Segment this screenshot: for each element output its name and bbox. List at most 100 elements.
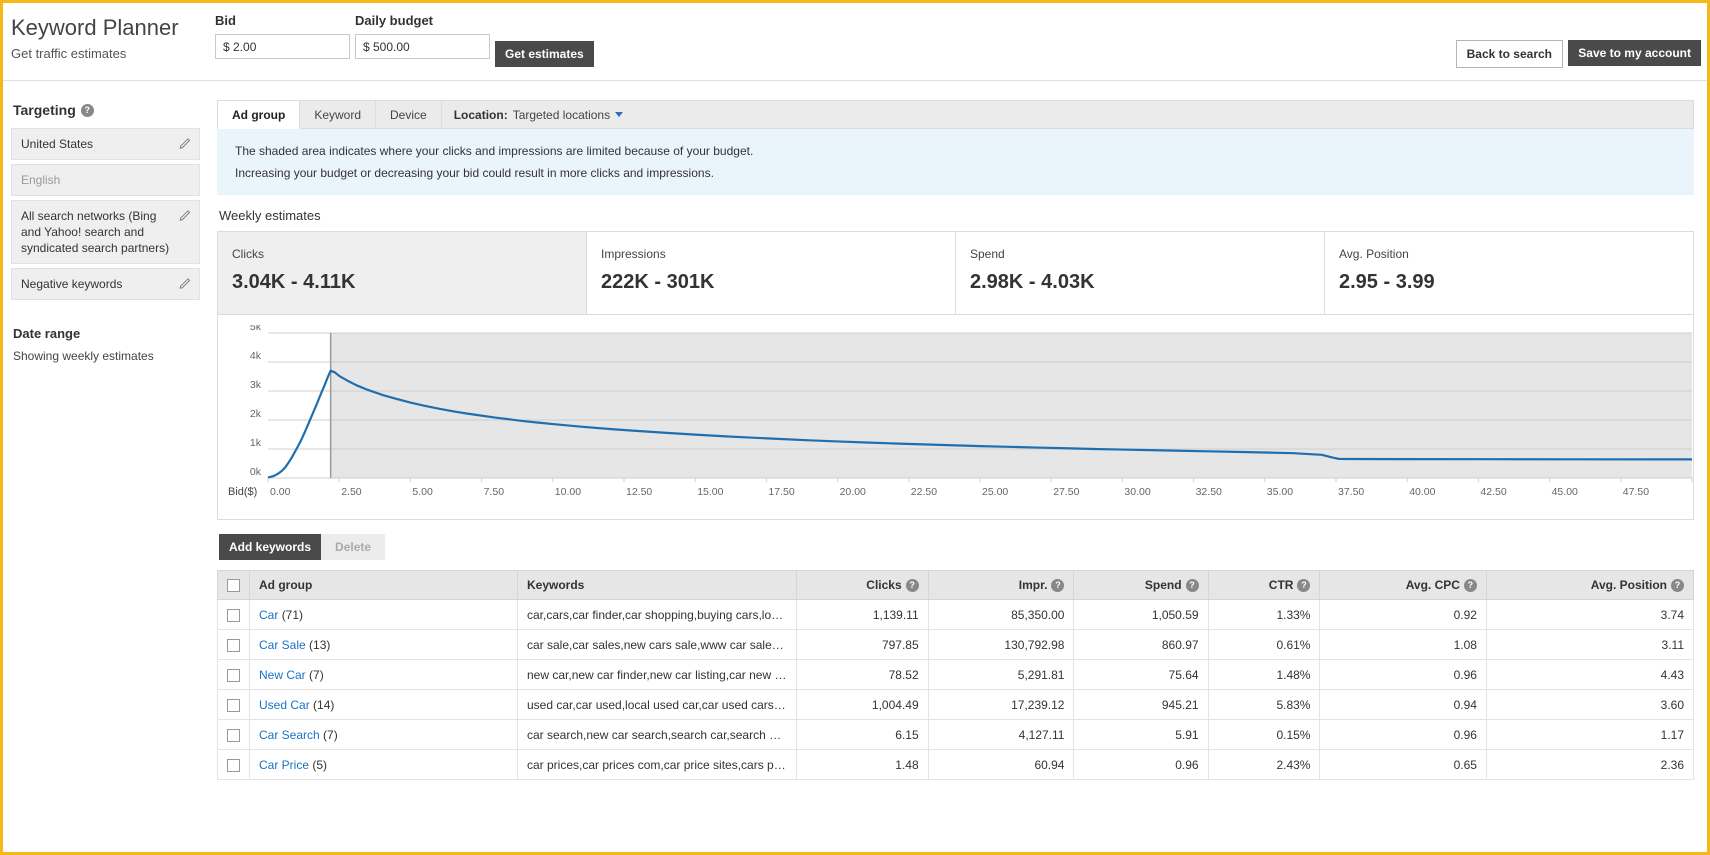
estimate-cards: Clicks 3.04K - 4.11K Impressions 222K - … bbox=[217, 231, 1694, 315]
x-tick-label: 10.00 bbox=[555, 486, 581, 498]
targeting-title: Targeting bbox=[13, 102, 76, 118]
ad-group-link[interactable]: Car Search bbox=[259, 728, 320, 742]
sidebar-item-label: United States bbox=[21, 137, 94, 151]
ad-group-link[interactable]: Car Sale bbox=[259, 638, 306, 652]
tab-device[interactable]: Device bbox=[376, 101, 442, 128]
chart-svg: 0k 1k 2k 3k 4k 5k 0.00 2.50 5.00 7.50 10.00 12.50 15… bbox=[228, 321, 1710, 498]
row-checkbox[interactable] bbox=[227, 758, 240, 772]
main-content: Ad group Keyword Device Location: Target… bbox=[210, 82, 1710, 852]
row-checkbox[interactable] bbox=[227, 668, 240, 682]
keywords-cell: car search,new car search,search car,sea… bbox=[527, 727, 787, 742]
y-tick-label: 3k bbox=[250, 379, 262, 391]
col-keywords[interactable]: Keywords bbox=[517, 569, 797, 601]
x-tick-label: 15.00 bbox=[697, 486, 723, 498]
keywords-cell: new car,new car finder,new car listing,c… bbox=[527, 667, 787, 682]
x-tick-label: 47.50 bbox=[1623, 486, 1649, 498]
col-ad-group[interactable]: Ad group bbox=[249, 569, 518, 601]
help-icon[interactable]: ? bbox=[1463, 578, 1477, 592]
ad-group-link[interactable]: Car Price bbox=[259, 758, 309, 772]
row-checkbox[interactable] bbox=[227, 638, 240, 652]
tab-ad-group[interactable]: Ad group bbox=[218, 101, 301, 129]
col-spend[interactable]: Spend? bbox=[1073, 569, 1209, 601]
bid-input[interactable]: $ 2.00 bbox=[215, 34, 350, 59]
sidebar-item-networks[interactable]: All search networks (Bing and Yahoo! sea… bbox=[11, 200, 200, 264]
avg-position-cell: 2.36 bbox=[1485, 749, 1695, 781]
table-row[interactable]: Car Search (7) car search,new car search,… bbox=[217, 719, 1695, 751]
y-tick-label: 1k bbox=[250, 437, 262, 449]
location-selector[interactable]: Location: Targeted locations bbox=[442, 101, 635, 128]
table-row[interactable]: New Car (7) new car,new car finder,new ca… bbox=[217, 659, 1695, 691]
avg-position-cell: 3.11 bbox=[1485, 629, 1695, 661]
save-to-my-account-button[interactable]: Save to my account bbox=[1568, 40, 1701, 66]
ad-group-link[interactable]: New Car bbox=[259, 668, 306, 682]
select-all-checkbox[interactable] bbox=[227, 579, 240, 593]
avg-position-cell: 3.60 bbox=[1485, 689, 1695, 721]
ad-group-link[interactable]: Car bbox=[259, 608, 278, 622]
ad-group-count: (71) bbox=[281, 607, 304, 622]
row-checkbox[interactable] bbox=[227, 698, 240, 712]
tab-bar: Ad group Keyword Device Location: Target… bbox=[217, 100, 1694, 129]
help-icon[interactable]: ? bbox=[1671, 578, 1684, 592]
table-row[interactable]: Car (71) car,cars,car finder,car shopping… bbox=[217, 599, 1695, 631]
notice-line-1: The shaded area indicates where your cli… bbox=[235, 144, 754, 158]
col-clicks[interactable]: Clicks? bbox=[796, 569, 929, 601]
avg-position-cell: 3.74 bbox=[1485, 599, 1695, 631]
table-row[interactable]: Used Car (14) used car,car used,local use… bbox=[217, 689, 1695, 721]
ctr-cell: 1.48% bbox=[1207, 659, 1321, 691]
impr-cell: 60.94 bbox=[927, 749, 1075, 781]
notice-line-2: Increasing your budget or decreasing you… bbox=[235, 166, 714, 180]
col-avg-position[interactable]: Avg. Position? bbox=[1485, 569, 1695, 601]
chevron-down-icon[interactable] bbox=[615, 112, 624, 117]
estimate-card-value: 3.04K - 4.11K bbox=[232, 271, 356, 293]
daily-budget-input[interactable]: $ 500.00 bbox=[355, 34, 490, 59]
select-all-header[interactable] bbox=[217, 569, 250, 601]
pencil-icon[interactable] bbox=[179, 276, 192, 289]
help-icon[interactable]: ? bbox=[905, 578, 919, 592]
get-estimates-button[interactable]: Get estimates bbox=[495, 41, 594, 67]
pencil-icon[interactable] bbox=[179, 208, 192, 221]
tab-keyword[interactable]: Keyword bbox=[300, 101, 377, 128]
location-label: Location: bbox=[453, 107, 508, 122]
table-toolbar: Add keywords Delete bbox=[219, 534, 1694, 560]
add-keywords-button[interactable]: Add keywords bbox=[219, 534, 322, 560]
estimate-card-spend: Spend 2.98K - 4.03K bbox=[956, 232, 1325, 314]
table-row[interactable]: Car Sale (13) car sale,car sales,new cars… bbox=[217, 629, 1695, 661]
ctr-cell: 5.83% bbox=[1207, 689, 1321, 721]
impr-cell: 85,350.00 bbox=[927, 599, 1075, 631]
x-tick-label: 35.00 bbox=[1267, 486, 1293, 498]
x-tick-label: 5.00 bbox=[412, 486, 433, 498]
clicks-cell: 1,139.11 bbox=[796, 599, 929, 631]
row-checkbox[interactable] bbox=[227, 608, 240, 622]
bid-simulation-chart: 0k 1k 2k 3k 4k 5k 0.00 2.50 5.00 7.50 10.00 12.50 15… bbox=[217, 315, 1710, 520]
impr-cell: 130,792.98 bbox=[927, 629, 1075, 661]
help-icon[interactable]: ? bbox=[1297, 578, 1311, 592]
help-icon[interactable]: ? bbox=[1051, 578, 1065, 592]
x-axis-label: Bid($) bbox=[228, 486, 257, 498]
col-ctr[interactable]: CTR? bbox=[1207, 569, 1321, 601]
avg-cpc-cell: 0.94 bbox=[1319, 689, 1487, 721]
sidebar-item-language[interactable]: English bbox=[11, 164, 200, 196]
ad-group-link[interactable]: Used Car bbox=[259, 698, 310, 712]
sidebar-item-location[interactable]: United States bbox=[11, 128, 200, 160]
estimate-card-value: 222K - 301K bbox=[601, 271, 715, 293]
pencil-icon[interactable] bbox=[179, 136, 192, 149]
x-tick-label: 30.00 bbox=[1124, 486, 1150, 498]
row-checkbox[interactable] bbox=[227, 728, 240, 742]
x-tick-label: 20.00 bbox=[840, 486, 866, 498]
estimate-card-avg-position: Avg. Position 2.95 - 3.99 bbox=[1325, 232, 1693, 314]
spend-cell: 860.97 bbox=[1073, 629, 1209, 661]
impr-cell: 17,239.12 bbox=[927, 689, 1075, 721]
help-icon[interactable]: ? bbox=[1185, 578, 1199, 592]
col-impr[interactable]: Impr.? bbox=[927, 569, 1075, 601]
avg-cpc-cell: 0.65 bbox=[1319, 749, 1487, 781]
x-tick-label: 40.00 bbox=[1409, 486, 1435, 498]
estimate-card-impressions: Impressions 222K - 301K bbox=[587, 232, 956, 314]
col-avg-cpc[interactable]: Avg. CPC? bbox=[1319, 569, 1487, 601]
back-to-search-button[interactable]: Back to search bbox=[1455, 40, 1563, 68]
keywords-cell: car,cars,car finder,car shopping,buying … bbox=[527, 607, 787, 622]
date-range-note: Showing weekly estimates bbox=[13, 349, 154, 363]
x-tick-label: 2.50 bbox=[341, 486, 362, 498]
help-icon[interactable]: ? bbox=[80, 103, 94, 117]
table-row[interactable]: Car Price (5) car prices,car prices com,c… bbox=[217, 749, 1695, 781]
sidebar-item-negative-keywords[interactable]: Negative keywords bbox=[11, 268, 200, 300]
